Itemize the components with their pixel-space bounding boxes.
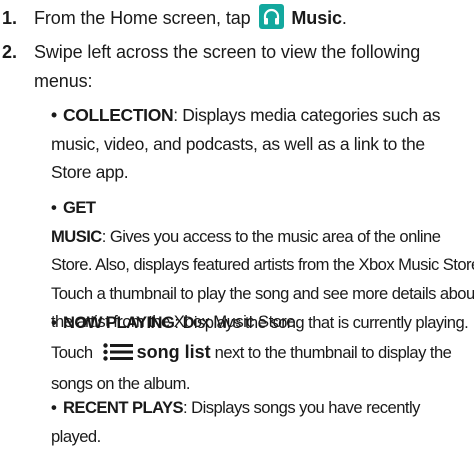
step-text: From the Home screen, tap Music. <box>34 4 466 33</box>
menu-title: NOW PLAYING <box>63 313 175 332</box>
bullet: • <box>51 313 57 332</box>
menu-desc-text: next to the thumbnail to display the <box>214 342 452 362</box>
menu-item-recent-plays: • RECENT PLAYS: Displays songs you have r… <box>51 394 471 451</box>
menu-desc-line: : Gives you access to the music area of … <box>101 226 441 246</box>
menu-item-now-playing: • NOW PLAYING: Displays the song that is … <box>51 309 471 399</box>
song-list-label: song list <box>136 341 211 362</box>
menu-desc-text: Touch <box>51 342 93 362</box>
step-1-text-before: From the Home screen, tap <box>34 8 251 28</box>
bullet: • <box>51 398 57 417</box>
menu-desc-line: : Displays the song that is currently pl… <box>174 313 469 332</box>
menu-desc-line: Store. Also, displays featured artists f… <box>51 255 474 275</box>
menu-desc-line: music, video, and podcasts, as well as a… <box>51 133 425 154</box>
menu-desc-line: songs on the album. <box>51 374 191 394</box>
instructions-page: 1. From the Home screen, tap Music. 2. S… <box>0 0 474 446</box>
step-2-line-1: Swipe left across the screen to view the… <box>34 42 421 62</box>
step-text: Swipe left across the screen to view the… <box>34 38 466 96</box>
menu-desc-line: Touch a thumbnail to play the song and s… <box>51 283 474 303</box>
step-number: 2. <box>2 42 18 62</box>
step-number: 1. <box>2 8 18 28</box>
headphones-icon <box>258 4 284 29</box>
bullet: • <box>51 105 57 125</box>
music-label: Music <box>291 8 342 28</box>
menu-item-collection: • COLLECTION: Displays media categories s… <box>51 101 471 187</box>
menu-title: COLLECTION <box>63 105 174 125</box>
step-1-period: . <box>341 8 347 28</box>
menu-desc-line: : Displays media categories such as <box>173 105 441 125</box>
menu-title: RECENT PLAYS <box>63 398 184 417</box>
bullet: • <box>51 198 57 217</box>
song-list-icon <box>102 342 133 371</box>
step-2-line-2: menus: <box>34 71 93 91</box>
menu-desc-line: Store app. <box>51 162 129 183</box>
